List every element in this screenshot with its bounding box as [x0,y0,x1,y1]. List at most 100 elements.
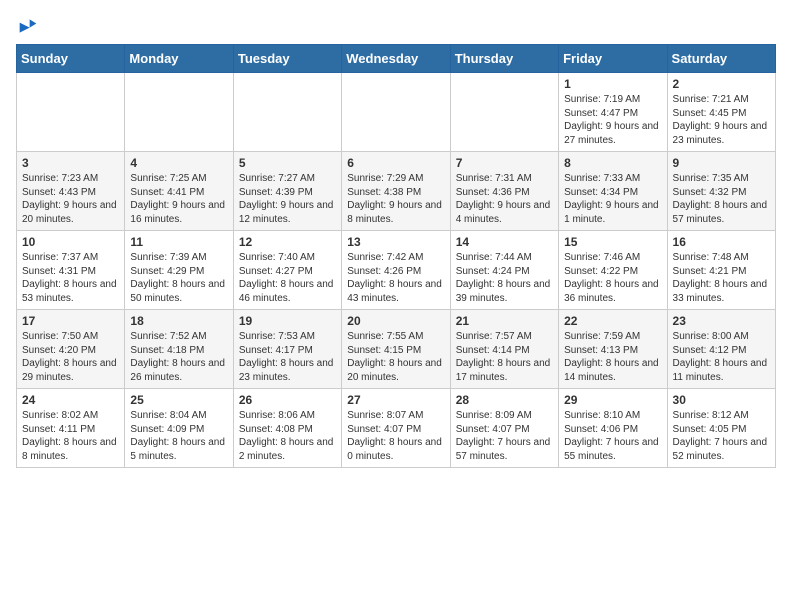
day-number: 6 [347,156,444,170]
calendar-day: 15 Sunrise: 7:46 AM Sunset: 4:22 PM Dayli… [559,231,667,310]
day-number: 28 [456,393,553,407]
day-info: Sunrise: 7:59 AM Sunset: 4:13 PM Dayligh… [564,330,661,384]
col-header-thursday: Thursday [450,45,558,73]
day-number: 20 [347,314,444,328]
day-number: 19 [239,314,336,328]
day-info: Sunrise: 7:53 AM Sunset: 4:17 PM Dayligh… [239,330,336,384]
day-number: 8 [564,156,661,170]
day-info: Sunrise: 7:57 AM Sunset: 4:14 PM Dayligh… [456,330,553,384]
day-info: Sunrise: 7:48 AM Sunset: 4:21 PM Dayligh… [673,251,770,305]
day-number: 9 [673,156,770,170]
day-number: 12 [239,235,336,249]
day-number: 2 [673,77,770,91]
col-header-saturday: Saturday [667,45,775,73]
day-info: Sunrise: 7:39 AM Sunset: 4:29 PM Dayligh… [130,251,227,305]
calendar-week-2: 3Sunrise: 7:23 AM Sunset: 4:43 PM Daylig… [17,152,776,231]
day-info: Sunrise: 8:10 AM Sunset: 4:06 PM Dayligh… [564,409,661,463]
calendar-day [125,73,233,152]
day-info: Sunrise: 7:40 AM Sunset: 4:27 PM Dayligh… [239,251,336,305]
col-header-tuesday: Tuesday [233,45,341,73]
calendar-day: 14 Sunrise: 7:44 AM Sunset: 4:24 PM Dayli… [450,231,558,310]
calendar-day: 2 Sunrise: 7:21 AM Sunset: 4:45 PM Daylig… [667,73,775,152]
day-info: Sunrise: 7:35 AM Sunset: 4:32 PM Dayligh… [673,172,770,226]
day-info: Sunrise: 7:33 AM Sunset: 4:34 PM Dayligh… [564,172,661,226]
calendar-day [342,73,450,152]
calendar-day: 18Sunrise: 7:52 AM Sunset: 4:18 PM Dayli… [125,310,233,389]
calendar-day: 19 Sunrise: 7:53 AM Sunset: 4:17 PM Dayli… [233,310,341,389]
col-header-friday: Friday [559,45,667,73]
day-number: 26 [239,393,336,407]
day-number: 4 [130,156,227,170]
day-info: Sunrise: 7:55 AM Sunset: 4:15 PM Dayligh… [347,330,444,384]
calendar-day [17,73,125,152]
calendar-day: 3Sunrise: 7:23 AM Sunset: 4:43 PM Daylig… [17,152,125,231]
calendar-day: 5 Sunrise: 7:27 AM Sunset: 4:39 PM Daylig… [233,152,341,231]
col-header-sunday: Sunday [17,45,125,73]
day-number: 22 [564,314,661,328]
calendar-day: 17 Sunrise: 7:50 AM Sunset: 4:20 PM Dayli… [17,310,125,389]
day-number: 23 [673,314,770,328]
day-info: Sunrise: 7:42 AM Sunset: 4:26 PM Dayligh… [347,251,444,305]
day-number: 5 [239,156,336,170]
calendar-day [450,73,558,152]
calendar-header-row: SundayMondayTuesdayWednesdayThursdayFrid… [17,45,776,73]
calendar-day: 13 Sunrise: 7:42 AM Sunset: 4:26 PM Dayli… [342,231,450,310]
calendar-day [233,73,341,152]
day-info: Sunrise: 7:21 AM Sunset: 4:45 PM Dayligh… [673,93,770,147]
calendar-day: 29 Sunrise: 8:10 AM Sunset: 4:06 PM Dayli… [559,389,667,468]
calendar-day: 27 Sunrise: 8:07 AM Sunset: 4:07 PM Dayli… [342,389,450,468]
logo [16,16,38,36]
day-info: Sunrise: 8:09 AM Sunset: 4:07 PM Dayligh… [456,409,553,463]
calendar-day: 7Sunrise: 7:31 AM Sunset: 4:36 PM Daylig… [450,152,558,231]
calendar-day: 9 Sunrise: 7:35 AM Sunset: 4:32 PM Daylig… [667,152,775,231]
calendar-week-5: 24Sunrise: 8:02 AM Sunset: 4:11 PM Dayli… [17,389,776,468]
day-info: Sunrise: 7:19 AM Sunset: 4:47 PM Dayligh… [564,93,661,147]
day-info: Sunrise: 8:07 AM Sunset: 4:07 PM Dayligh… [347,409,444,463]
day-info: Sunrise: 7:37 AM Sunset: 4:31 PM Dayligh… [22,251,119,305]
day-number: 1 [564,77,661,91]
calendar-day: 8 Sunrise: 7:33 AM Sunset: 4:34 PM Daylig… [559,152,667,231]
day-number: 30 [673,393,770,407]
calendar-day: 23 Sunrise: 8:00 AM Sunset: 4:12 PM Dayli… [667,310,775,389]
day-info: Sunrise: 7:50 AM Sunset: 4:20 PM Dayligh… [22,330,119,384]
day-info: Sunrise: 8:02 AM Sunset: 4:11 PM Dayligh… [22,409,119,463]
day-info: Sunrise: 7:46 AM Sunset: 4:22 PM Dayligh… [564,251,661,305]
calendar-week-4: 17 Sunrise: 7:50 AM Sunset: 4:20 PM Dayli… [17,310,776,389]
calendar-day: 28 Sunrise: 8:09 AM Sunset: 4:07 PM Dayli… [450,389,558,468]
day-number: 25 [130,393,227,407]
day-info: Sunrise: 8:00 AM Sunset: 4:12 PM Dayligh… [673,330,770,384]
day-number: 16 [673,235,770,249]
day-number: 29 [564,393,661,407]
day-info: Sunrise: 8:04 AM Sunset: 4:09 PM Dayligh… [130,409,227,463]
day-info: Sunrise: 7:27 AM Sunset: 4:39 PM Dayligh… [239,172,336,226]
day-info: Sunrise: 7:52 AM Sunset: 4:18 PM Dayligh… [130,330,227,384]
calendar-day: 1 Sunrise: 7:19 AM Sunset: 4:47 PM Daylig… [559,73,667,152]
calendar-day: 11Sunrise: 7:39 AM Sunset: 4:29 PM Dayli… [125,231,233,310]
calendar-day: 26Sunrise: 8:06 AM Sunset: 4:08 PM Dayli… [233,389,341,468]
day-info: Sunrise: 8:12 AM Sunset: 4:05 PM Dayligh… [673,409,770,463]
day-info: Sunrise: 7:25 AM Sunset: 4:41 PM Dayligh… [130,172,227,226]
day-number: 27 [347,393,444,407]
day-number: 7 [456,156,553,170]
calendar-table: SundayMondayTuesdayWednesdayThursdayFrid… [16,44,776,468]
calendar-day: 24Sunrise: 8:02 AM Sunset: 4:11 PM Dayli… [17,389,125,468]
logo-flag-icon [18,16,38,36]
day-info: Sunrise: 7:44 AM Sunset: 4:24 PM Dayligh… [456,251,553,305]
day-number: 21 [456,314,553,328]
day-number: 17 [22,314,119,328]
day-number: 10 [22,235,119,249]
day-number: 15 [564,235,661,249]
day-number: 13 [347,235,444,249]
calendar-day: 30 Sunrise: 8:12 AM Sunset: 4:05 PM Dayli… [667,389,775,468]
calendar-week-1: 1 Sunrise: 7:19 AM Sunset: 4:47 PM Daylig… [17,73,776,152]
day-number: 3 [22,156,119,170]
calendar-day: 25 Sunrise: 8:04 AM Sunset: 4:09 PM Dayli… [125,389,233,468]
col-header-wednesday: Wednesday [342,45,450,73]
calendar-day: 10 Sunrise: 7:37 AM Sunset: 4:31 PM Dayli… [17,231,125,310]
day-number: 14 [456,235,553,249]
calendar-day: 20 Sunrise: 7:55 AM Sunset: 4:15 PM Dayli… [342,310,450,389]
col-header-monday: Monday [125,45,233,73]
calendar-day: 4 Sunrise: 7:25 AM Sunset: 4:41 PM Daylig… [125,152,233,231]
calendar-day: 21 Sunrise: 7:57 AM Sunset: 4:14 PM Dayli… [450,310,558,389]
calendar-week-3: 10 Sunrise: 7:37 AM Sunset: 4:31 PM Dayli… [17,231,776,310]
